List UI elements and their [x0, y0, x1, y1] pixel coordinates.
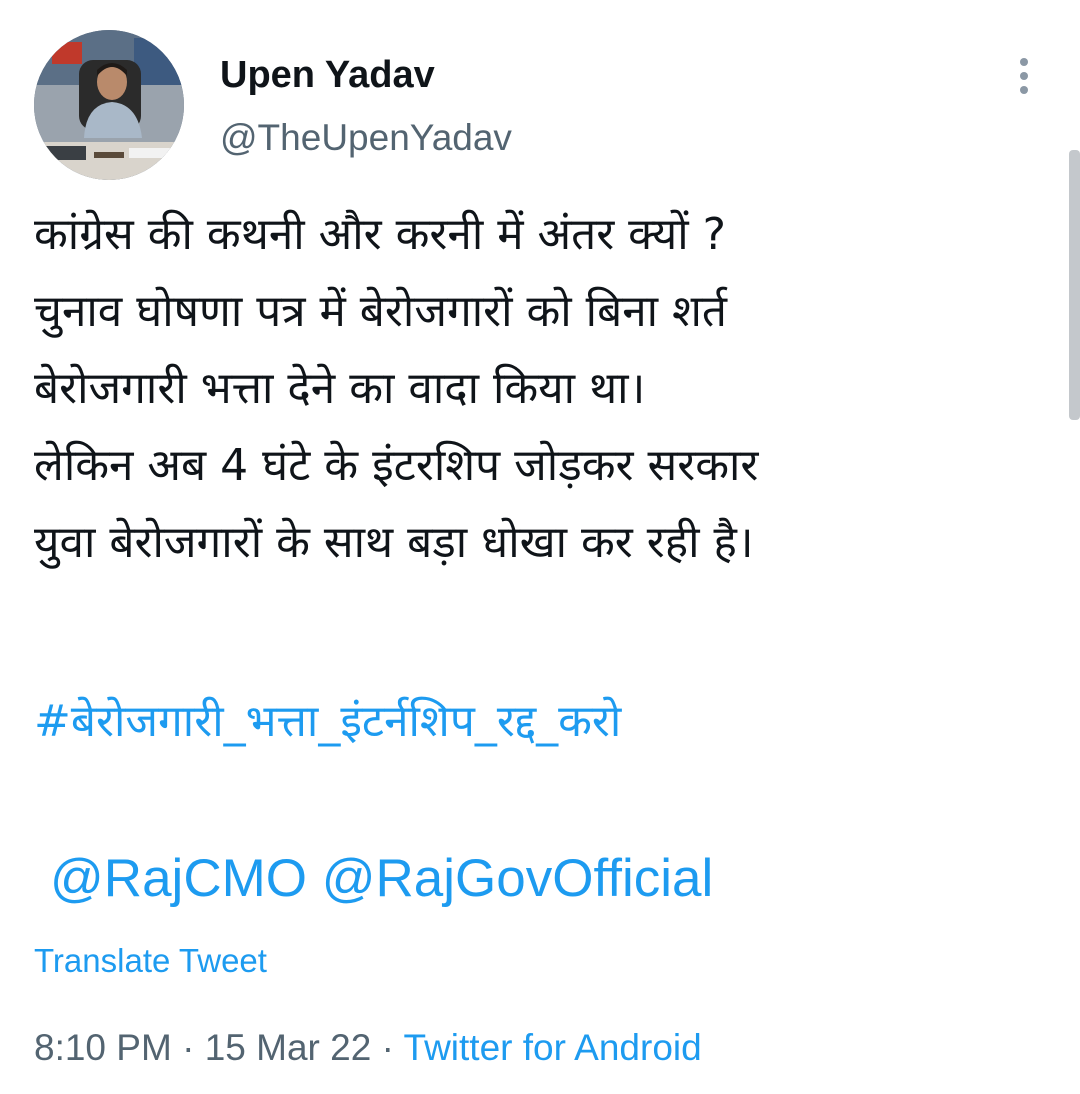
- scrollbar-thumb[interactable]: [1069, 150, 1080, 420]
- mentions: @RajCMO @RajGovOfficial: [50, 846, 713, 912]
- tweet-date[interactable]: 15 Mar 22: [205, 1027, 372, 1068]
- author-avatar[interactable]: [34, 30, 184, 180]
- meta-separator: ·: [381, 1027, 394, 1068]
- avatar-photo: [34, 30, 184, 180]
- tweet-time[interactable]: 8:10 PM: [34, 1027, 172, 1068]
- more-vertical-icon[interactable]: [1006, 52, 1042, 100]
- mention-link[interactable]: @RajCMO: [50, 849, 307, 908]
- translate-tweet-link[interactable]: Translate Tweet: [34, 940, 267, 982]
- tweet-line: बेरोजगारी भत्ता देने का वादा किया था।: [34, 363, 646, 414]
- author-display-name[interactable]: Upen Yadav: [220, 52, 435, 98]
- tweet-source-link[interactable]: Twitter for Android: [404, 1027, 702, 1068]
- mention-link[interactable]: @RajGovOfficial: [322, 849, 714, 908]
- tweet-line: चुनाव घोषणा पत्र में बेरोजगारों को बिना …: [34, 286, 728, 337]
- tweet-line: लेकिन अब 4 घंटे के इंटरशिप जोड़कर सरकार: [34, 440, 759, 491]
- tweet-text: कांग्रेस की कथनी और करनी में अंतर क्यों …: [34, 196, 1054, 581]
- meta-separator: ·: [182, 1027, 195, 1068]
- author-handle[interactable]: @TheUpenYadav: [220, 116, 512, 160]
- tweet-line: युवा बेरोजगारों के साथ बड़ा धोखा कर रही …: [34, 517, 754, 568]
- hashtag-link[interactable]: #बेरोजगारी_भत्ता_इंटर्नशिप_रद्द_करो: [34, 683, 621, 760]
- tweet-metadata: 8:10 PM · 15 Mar 22 · Twitter for Androi…: [34, 1025, 702, 1071]
- tweet-line: कांग्रेस की कथनी और करनी में अंतर क्यों …: [34, 209, 726, 260]
